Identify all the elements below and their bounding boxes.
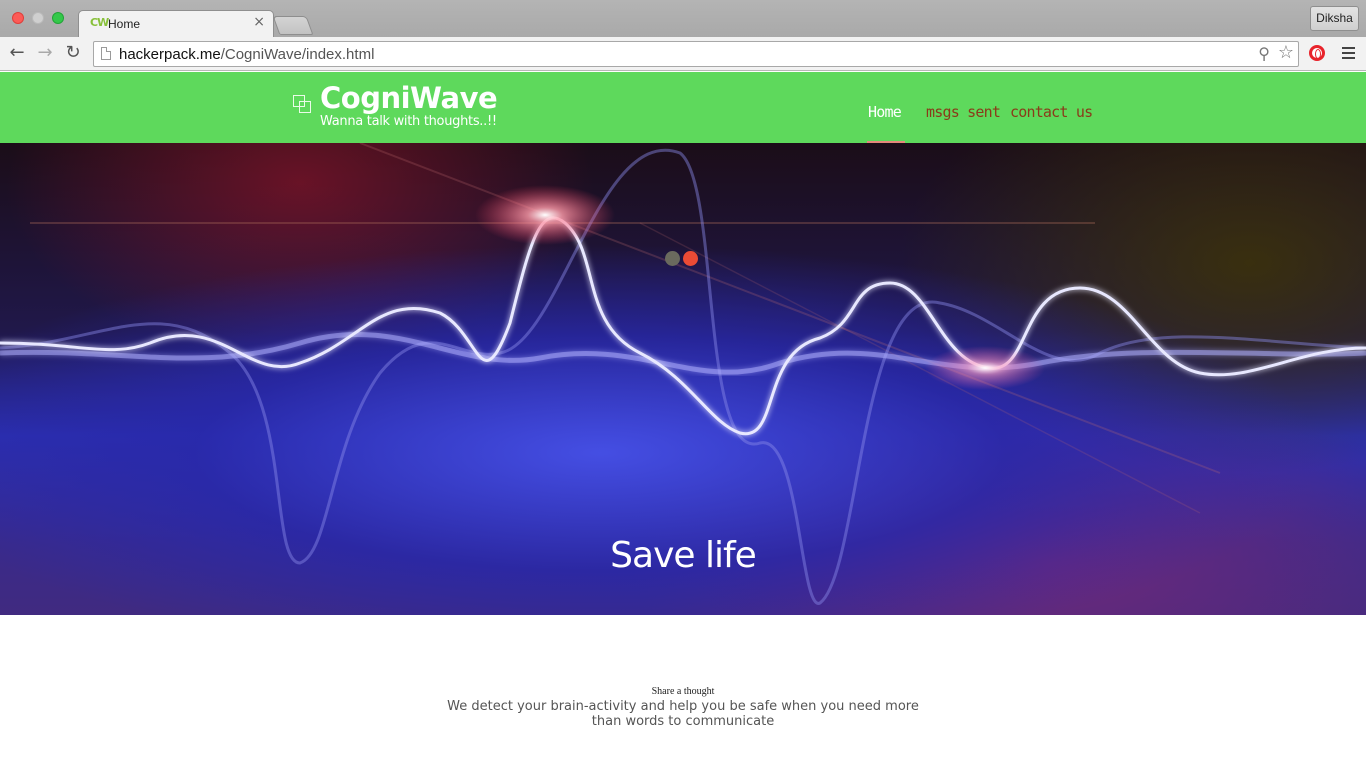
intro-title: Share a thought xyxy=(651,686,715,697)
url-host: hackerpack.me xyxy=(119,46,221,63)
back-arrow-icon[interactable]: ← xyxy=(6,42,28,64)
menu-icon[interactable] xyxy=(1342,47,1355,59)
hero-caption: Save life xyxy=(610,535,757,576)
maximize-window-button[interactable] xyxy=(52,12,64,24)
site-header: CogniWave Wanna talk with thoughts..!! H… xyxy=(0,72,1366,143)
slide-dot-2-active[interactable] xyxy=(683,251,698,266)
browser-toolbar: ← → ↻ hackerpack.me/CogniWave/index.html… xyxy=(0,37,1366,71)
nav-msgs-sent[interactable]: msgs sent xyxy=(926,103,1001,121)
zoom-icon[interactable]: ⚲ xyxy=(1258,44,1270,63)
slide-dot-1[interactable] xyxy=(665,251,680,266)
forward-arrow-icon[interactable]: → xyxy=(34,42,56,64)
page-icon xyxy=(101,47,111,60)
nav-contact-us[interactable]: contact us xyxy=(1010,103,1093,121)
url-path: /CogniWave/index.html xyxy=(220,46,375,63)
reload-icon[interactable]: ↻ xyxy=(62,42,84,64)
browser-tab-home[interactable]: CW Home × xyxy=(78,10,274,37)
new-tab-button[interactable] xyxy=(272,16,314,35)
nav-home[interactable]: Home xyxy=(868,103,902,121)
browser-tab-strip: CW Home × Diksha xyxy=(0,0,1366,37)
close-window-button[interactable] xyxy=(12,12,24,24)
tab-close-icon[interactable]: × xyxy=(253,14,265,30)
tab-title: Home xyxy=(108,17,141,31)
brand-tagline: Wanna talk with thoughts..!! xyxy=(320,114,497,129)
url-text[interactable]: hackerpack.me/CogniWave/index.html xyxy=(119,46,374,63)
logo-icon[interactable] xyxy=(293,95,311,113)
hero-slider: Save life xyxy=(0,143,1366,615)
profile-button[interactable]: Diksha xyxy=(1310,6,1359,31)
opera-icon[interactable] xyxy=(1309,45,1325,61)
star-icon[interactable]: ☆ xyxy=(1278,42,1294,63)
intro-text: We detect your brain-activity and help y… xyxy=(447,699,919,729)
address-bar[interactable]: hackerpack.me/CogniWave/index.html ⚲ ☆ xyxy=(93,41,1299,67)
minimize-window-button[interactable] xyxy=(32,12,44,24)
favicon-icon: CW xyxy=(90,16,109,29)
brand-title[interactable]: CogniWave xyxy=(320,81,498,115)
